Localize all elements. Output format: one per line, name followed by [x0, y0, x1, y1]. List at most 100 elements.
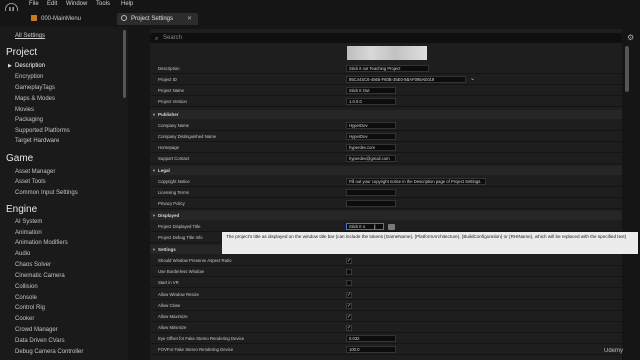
section-header[interactable]: [150, 166, 622, 175]
sidebar-item-cinematic-camera[interactable]: Cinematic Camera: [15, 273, 65, 279]
company-name-field[interactable]: HyperDev: [346, 122, 396, 129]
eye-offset-field[interactable]: 0.032: [346, 335, 396, 342]
all-settings-link[interactable]: All Settings: [15, 33, 45, 39]
text-options-icon[interactable]: [388, 224, 395, 230]
preserve-aspect-checkbox[interactable]: ✓: [346, 258, 352, 264]
chevron-down-icon[interactable]: ▼: [152, 168, 156, 173]
sidebar-item-ai-system[interactable]: AI System: [15, 219, 42, 225]
copyright-notice-field[interactable]: Fill out your copyright notice in the De…: [346, 178, 486, 185]
sidebar-item-audio[interactable]: Audio: [15, 251, 30, 257]
support-contact-field[interactable]: hyperdev@gmail.com: [346, 155, 396, 162]
sidebar-scrollbar[interactable]: [123, 30, 126, 98]
project-name-field[interactable]: Stick It Out: [346, 87, 396, 94]
row-label: Use Borderless Window: [158, 269, 204, 274]
chevron-down-icon[interactable]: ▼: [152, 213, 156, 218]
homepage-field[interactable]: hyperdev.com: [346, 144, 396, 151]
row-label: Start in VR: [158, 280, 179, 285]
row-label: Allow Maximize: [158, 314, 188, 319]
allow-window-resize-checkbox[interactable]: ✓: [346, 292, 352, 298]
sidebar-item-collision[interactable]: Collision: [15, 284, 38, 290]
sidebar-item-gameplaytags[interactable]: GameplayTags: [15, 85, 55, 91]
row-label: Project Name: [158, 88, 185, 93]
search-input[interactable]: ⌕ Search: [150, 33, 622, 43]
sidebar-item-control-rig[interactable]: Control Rig: [15, 305, 45, 311]
row-label: FOVFor Fake Stereo Rendering Device: [158, 347, 234, 352]
udemy-watermark: Udemy: [604, 348, 624, 354]
row-label: Company Name: [158, 123, 190, 128]
section-header[interactable]: [150, 110, 622, 119]
row-label: Description: [158, 66, 180, 71]
sidebar-item-supported-platforms[interactable]: Supported Platforms: [15, 128, 70, 134]
menu-edit[interactable]: Edit: [47, 1, 57, 7]
details-scrollbar[interactable]: [625, 46, 629, 92]
tooltip: The project's title as displayed on the …: [222, 232, 638, 254]
sidebar-item-cooker[interactable]: Cooker: [15, 316, 34, 322]
allow-maximize-checkbox[interactable]: ✓: [346, 314, 352, 320]
company-distinguished-name-field[interactable]: HyperDev: [346, 133, 396, 140]
category-game: Game: [6, 153, 34, 164]
menu-help[interactable]: Help: [121, 1, 133, 7]
start-in-vr-checkbox[interactable]: [346, 280, 352, 286]
section-header[interactable]: [150, 211, 622, 220]
table-row: [150, 267, 622, 277]
project-version-field[interactable]: 1.0.0.0: [346, 98, 396, 105]
allow-close-checkbox[interactable]: ✓: [346, 303, 352, 309]
tab-project-settings-label: Project Settings: [131, 16, 174, 22]
sidebar-item-packaging[interactable]: Packaging: [15, 117, 43, 123]
project-thumbnail[interactable]: [347, 46, 427, 60]
table-row: [150, 222, 622, 232]
tab-bar: 000-MainMenu Project Settings ✕: [0, 11, 640, 26]
privacy-policy-field[interactable]: [346, 200, 396, 207]
sidebar-item-data-driven-cvars[interactable]: Data Driven CVars: [15, 338, 65, 344]
search-icon: ⌕: [155, 36, 159, 42]
tab-main-menu[interactable]: 000-MainMenu: [31, 13, 81, 25]
settings-icon: [121, 15, 127, 21]
sidebar-item-asset-manager[interactable]: Asset Manager: [15, 169, 55, 175]
sidebar-item-maps-modes[interactable]: Maps & Modes: [15, 96, 55, 102]
table-row: [150, 278, 622, 288]
row-label: Allow Window Resize: [158, 292, 200, 297]
sidebar-item-common-input-settings[interactable]: Common Input Settings: [15, 190, 78, 196]
level-icon: [31, 15, 37, 21]
sidebar-item-encryption[interactable]: Encryption: [15, 74, 43, 80]
sidebar-item-animation[interactable]: Animation: [15, 230, 42, 236]
project-id-field[interactable]: 85C44SC6-4565-F60B-35E0-5BAF095AE019: [346, 76, 466, 83]
allow-minimize-checkbox[interactable]: ✓: [346, 325, 352, 331]
fov-field[interactable]: 100.0: [346, 346, 396, 353]
mouse-cursor-icon: I: [374, 225, 376, 231]
sidebar-item-debug-camera-controller[interactable]: Debug Camera Controller: [15, 349, 83, 355]
borderless-window-checkbox[interactable]: [346, 269, 352, 275]
section-settings-title: Settings: [158, 247, 176, 252]
table-row: [150, 301, 622, 311]
menu-file[interactable]: File: [29, 1, 39, 7]
menu-window[interactable]: Window: [66, 1, 87, 7]
tab-project-settings[interactable]: Project Settings ✕: [117, 13, 199, 25]
description-field[interactable]: Stick it out Teaching Project: [346, 65, 429, 72]
menu-bar: U File Edit Window Tools Help: [0, 0, 640, 16]
sidebar-item-description[interactable]: Description: [15, 63, 45, 69]
chevron-down-icon[interactable]: ▼: [152, 112, 156, 117]
sidebar-item-movies[interactable]: Movies: [15, 107, 34, 113]
sidebar-item-animation-modifiers[interactable]: Animation Modifiers: [15, 240, 68, 246]
search-placeholder: Search: [163, 35, 183, 41]
section-legal-title: Legal: [158, 168, 170, 173]
row-label: Copyright Notice: [158, 179, 190, 184]
row-label: Support Contact: [158, 156, 190, 161]
sidebar-item-asset-tools[interactable]: Asset Tools: [15, 179, 46, 185]
sidebar-item-target-hardware[interactable]: Target Hardware: [15, 138, 59, 144]
chevron-down-icon[interactable]: ▼: [152, 247, 156, 252]
table-row: [150, 290, 622, 300]
sidebar-item-crowd-manager[interactable]: Crowd Manager: [15, 327, 58, 333]
table-row: [150, 312, 622, 322]
licensing-terms-field[interactable]: [346, 189, 396, 196]
sidebar-item-console[interactable]: Console: [15, 295, 37, 301]
gear-icon[interactable]: ⚙: [627, 33, 634, 42]
chevron-down-icon[interactable]: ⌄: [470, 75, 475, 82]
row-label: Project Debug Title Info: [158, 235, 203, 240]
sidebar-item-chaos-solver[interactable]: Chaos Solver: [15, 262, 51, 268]
row-label: Company Distinguished Name: [158, 134, 217, 139]
close-icon[interactable]: ✕: [187, 16, 192, 22]
menu-tools[interactable]: Tools: [96, 1, 110, 7]
row-label: Privacy Policy: [158, 201, 185, 206]
project-displayed-title-field[interactable]: Stick It o: [346, 223, 384, 230]
